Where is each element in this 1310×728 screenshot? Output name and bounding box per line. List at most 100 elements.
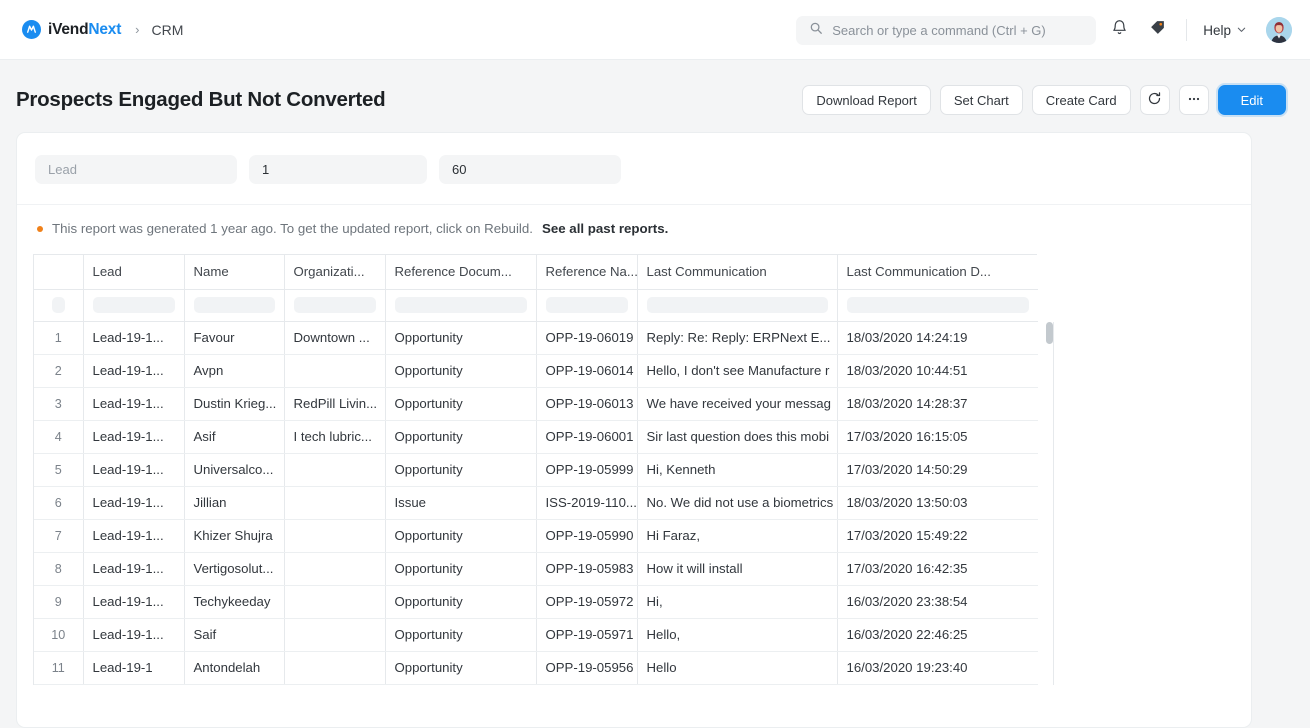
tags-button[interactable] (1142, 15, 1172, 45)
column-header-name[interactable]: Name (184, 255, 285, 290)
row-organization[interactable] (284, 453, 386, 487)
row-reference-document[interactable]: Opportunity (385, 618, 537, 652)
row-last-communication[interactable]: Reply: Re: Reply: ERPNext E... (637, 321, 838, 355)
row-last-communication-date[interactable]: 17/03/2020 16:42:35 (837, 552, 1038, 586)
row-name[interactable]: Avpn (184, 354, 285, 388)
row-reference-document[interactable]: Opportunity (385, 453, 537, 487)
row-reference-document[interactable]: Opportunity (385, 321, 537, 355)
row-last-communication-date[interactable]: 16/03/2020 22:46:25 (837, 618, 1038, 652)
row-reference-name[interactable]: OPP-19-05999 (536, 453, 638, 487)
table-filter-index[interactable] (34, 289, 84, 322)
row-reference-name[interactable]: OPP-19-06001 (536, 420, 638, 454)
row-organization[interactable]: I tech lubric... (284, 420, 386, 454)
row-reference-name[interactable]: OPP-19-05972 (536, 585, 638, 619)
row-last-communication[interactable]: Hi Faraz, (637, 519, 838, 553)
table-row[interactable]: 6 Lead-19-1... Jillian Issue ISS-2019-110...… (34, 486, 1038, 520)
row-organization[interactable] (284, 552, 386, 586)
row-name[interactable]: Favour (184, 321, 285, 355)
row-index[interactable]: 2 (34, 354, 84, 388)
row-reference-name[interactable]: OPP-19-05956 (536, 651, 638, 685)
row-index[interactable]: 9 (34, 585, 84, 619)
row-reference-name[interactable]: OPP-19-05990 (536, 519, 638, 553)
create-card-button[interactable]: Create Card (1031, 85, 1131, 115)
row-organization[interactable] (284, 618, 386, 652)
row-reference-document[interactable]: Opportunity (385, 519, 537, 553)
column-header-lead[interactable]: Lead (83, 255, 185, 290)
row-lead[interactable]: Lead-19-1 (83, 651, 185, 685)
row-index[interactable]: 11 (34, 651, 84, 685)
row-lead[interactable]: Lead-19-1... (83, 453, 185, 487)
table-filter-lead[interactable] (83, 289, 185, 322)
table-row[interactable]: 2 Lead-19-1... Avpn Opportunity OPP-19-06014… (34, 354, 1038, 388)
row-reference-document[interactable]: Opportunity (385, 552, 537, 586)
column-header-organization[interactable]: Organizati... (284, 255, 386, 290)
more-options-button[interactable] (1178, 85, 1209, 115)
row-index[interactable]: 1 (34, 321, 84, 355)
row-reference-document[interactable]: Issue (385, 486, 537, 520)
row-last-communication-date[interactable]: 16/03/2020 19:23:40 (837, 651, 1038, 685)
row-name[interactable]: Saif (184, 618, 285, 652)
row-organization[interactable]: RedPill Livin... (284, 387, 386, 421)
row-reference-name[interactable]: OPP-19-06019 (536, 321, 638, 355)
row-reference-name[interactable]: ISS-2019-110... (536, 486, 638, 520)
table-filter-name[interactable] (184, 289, 285, 322)
column-header-reference-name[interactable]: Reference Na... (536, 255, 638, 290)
see-past-reports-link[interactable]: See all past reports. (542, 221, 668, 236)
row-name[interactable]: Dustin Krieg... (184, 387, 285, 421)
brand-logo[interactable]: iVendNext (22, 20, 121, 39)
row-name[interactable]: Techykeeday (184, 585, 285, 619)
row-index[interactable]: 7 (34, 519, 84, 553)
scrollbar-thumb[interactable] (1046, 322, 1053, 344)
row-organization[interactable] (284, 354, 386, 388)
table-filter-organization[interactable] (284, 289, 386, 322)
row-organization[interactable] (284, 651, 386, 685)
row-organization[interactable] (284, 519, 386, 553)
row-reference-name[interactable]: OPP-19-06013 (536, 387, 638, 421)
row-last-communication[interactable]: Hi, (637, 585, 838, 619)
row-reference-document[interactable]: Opportunity (385, 354, 537, 388)
row-lead[interactable]: Lead-19-1... (83, 585, 185, 619)
row-lead[interactable]: Lead-19-1... (83, 387, 185, 421)
row-reference-name[interactable]: OPP-19-06014 (536, 354, 638, 388)
row-organization[interactable] (284, 585, 386, 619)
row-organization[interactable] (284, 486, 386, 520)
row-reference-document[interactable]: Opportunity (385, 420, 537, 454)
column-header-index[interactable] (34, 255, 84, 290)
row-reference-document[interactable]: Opportunity (385, 651, 537, 685)
row-index[interactable]: 8 (34, 552, 84, 586)
refresh-button[interactable] (1139, 85, 1170, 115)
row-name[interactable]: Jillian (184, 486, 285, 520)
row-name[interactable]: Khizer Shujra (184, 519, 285, 553)
row-last-communication-date[interactable]: 17/03/2020 14:50:29 (837, 453, 1038, 487)
table-row[interactable]: 11 Lead-19-1 Antondelah Opportunity OPP-19-0… (34, 651, 1038, 685)
breadcrumb-crm[interactable]: CRM (152, 22, 184, 38)
row-last-communication-date[interactable]: 18/03/2020 14:24:19 (837, 321, 1038, 355)
row-last-communication[interactable]: How it will install (637, 552, 838, 586)
row-index[interactable]: 3 (34, 387, 84, 421)
table-row[interactable]: 3 Lead-19-1... Dustin Krieg... RedPill Livi… (34, 387, 1038, 421)
row-organization[interactable]: Downtown ... (284, 321, 386, 355)
row-name[interactable]: Universalco... (184, 453, 285, 487)
table-row[interactable]: 5 Lead-19-1... Universalco... Opportunity OP… (34, 453, 1038, 487)
row-last-communication[interactable]: Hello (637, 651, 838, 685)
row-lead[interactable]: Lead-19-1... (83, 354, 185, 388)
row-last-communication[interactable]: Hello, I don't see Manufacture r (637, 354, 838, 388)
table-vertical-scrollbar[interactable] (1038, 322, 1054, 685)
table-filter-last-communication-date[interactable] (837, 289, 1038, 322)
row-lead[interactable]: Lead-19-1... (83, 618, 185, 652)
row-last-communication-date[interactable]: 17/03/2020 16:15:05 (837, 420, 1038, 454)
table-row[interactable]: 4 Lead-19-1... Asif I tech lubric... Opportu… (34, 420, 1038, 454)
from-filter-input[interactable]: 1 (249, 155, 427, 184)
table-row[interactable]: 9 Lead-19-1... Techykeeday Opportunity OPP-1… (34, 585, 1038, 619)
column-header-last-communication-date[interactable]: Last Communication D... (837, 255, 1038, 290)
search-input[interactable]: Search or type a command (Ctrl + G) (796, 15, 1097, 45)
row-index[interactable]: 10 (34, 618, 84, 652)
row-last-communication-date[interactable]: 17/03/2020 15:49:22 (837, 519, 1038, 553)
row-name[interactable]: Antondelah (184, 651, 285, 685)
column-header-last-communication[interactable]: Last Communication (637, 255, 838, 290)
column-header-reference-document[interactable]: Reference Docum... (385, 255, 537, 290)
download-report-button[interactable]: Download Report (802, 85, 931, 115)
notifications-button[interactable] (1104, 15, 1134, 45)
lead-filter-input[interactable]: Lead (35, 155, 237, 184)
row-lead[interactable]: Lead-19-1... (83, 486, 185, 520)
